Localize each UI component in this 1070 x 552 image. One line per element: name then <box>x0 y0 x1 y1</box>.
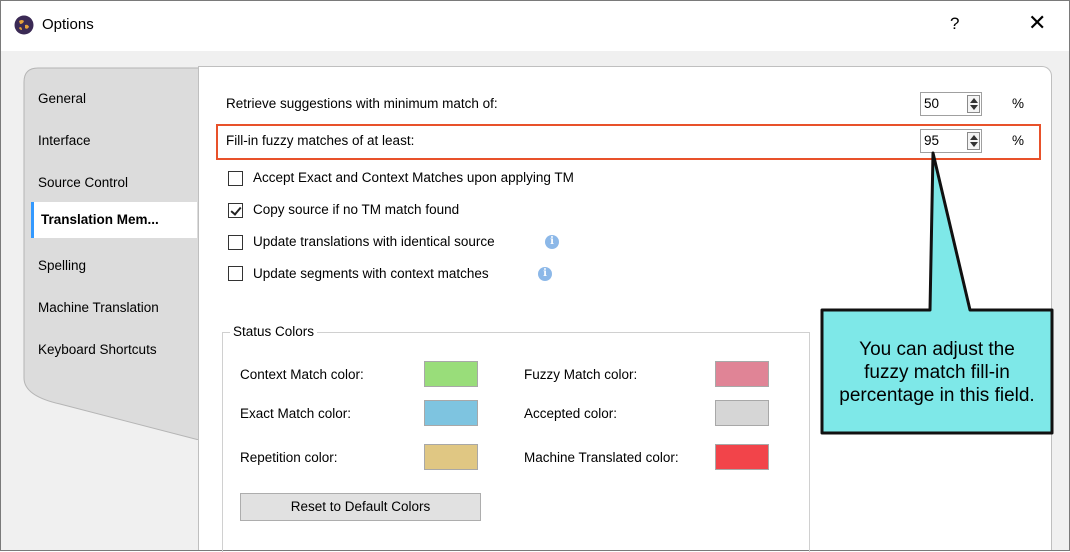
repetition-color-swatch[interactable] <box>424 444 478 470</box>
repetition-color-label: Repetition color: <box>240 450 338 465</box>
machine-translated-color-swatch[interactable] <box>715 444 769 470</box>
title-bar <box>1 1 1069 51</box>
window-title: Options <box>42 16 94 33</box>
min-match-label: Retrieve suggestions with minimum match … <box>226 96 498 111</box>
update-identical-source-checkbox[interactable] <box>228 235 243 250</box>
update-identical-source-label: Update translations with identical sourc… <box>253 234 495 249</box>
callout-text: You can adjust the fuzzy match fill-in p… <box>822 338 1052 407</box>
update-context-matches-label: Update segments with context matches <box>253 266 489 281</box>
min-match-value: 50 <box>924 96 940 111</box>
reset-default-colors-button[interactable]: Reset to Default Colors <box>240 493 481 521</box>
copy-source-checkbox[interactable] <box>228 203 243 218</box>
help-button[interactable]: ? <box>950 14 959 34</box>
fuzzy-match-color-swatch[interactable] <box>715 361 769 387</box>
context-match-color-label: Context Match color: <box>240 367 364 382</box>
accept-exact-context-label: Accept Exact and Context Matches upon ap… <box>253 170 574 185</box>
copy-source-label: Copy source if no TM match found <box>253 202 460 217</box>
min-match-spinbox[interactable]: 50 <box>920 92 982 116</box>
tab-translation-memory[interactable]: Translation Mem... <box>31 202 197 238</box>
callout-line-1: You can adjust the <box>859 339 1015 360</box>
machine-translated-color-label: Machine Translated color: <box>524 450 679 465</box>
tab-interface[interactable]: Interface <box>38 133 91 148</box>
sidebar-tabs-background <box>23 67 200 440</box>
close-button[interactable]: ✕ <box>1028 10 1046 36</box>
min-match-unit: % <box>1012 96 1025 111</box>
info-icon[interactable]: i <box>545 235 559 249</box>
tab-machine-translation[interactable]: Machine Translation <box>38 300 159 315</box>
tab-source-control[interactable]: Source Control <box>38 175 128 190</box>
callout-line-3: percentage in this field. <box>839 385 1035 406</box>
accepted-color-swatch[interactable] <box>715 400 769 426</box>
update-context-matches-checkbox[interactable] <box>228 266 243 281</box>
app-globe-icon <box>14 15 34 35</box>
accept-exact-context-checkbox[interactable] <box>228 171 243 186</box>
exact-match-color-label: Exact Match color: <box>240 406 352 421</box>
context-match-color-swatch[interactable] <box>424 361 478 387</box>
tab-general[interactable]: General <box>38 91 86 106</box>
accepted-color-label: Accepted color: <box>524 406 618 421</box>
tab-translation-memory-label: Translation Mem... <box>41 212 159 227</box>
status-colors-title: Status Colors <box>230 324 318 339</box>
spin-arrows-icon[interactable] <box>967 95 980 113</box>
tab-spelling[interactable]: Spelling <box>38 258 86 273</box>
callout-line-2: fuzzy match fill-in <box>864 362 1010 383</box>
fuzzy-match-color-label: Fuzzy Match color: <box>524 367 638 382</box>
info-icon[interactable]: i <box>538 267 552 281</box>
tab-keyboard-shortcuts[interactable]: Keyboard Shortcuts <box>38 342 157 357</box>
exact-match-color-swatch[interactable] <box>424 400 478 426</box>
